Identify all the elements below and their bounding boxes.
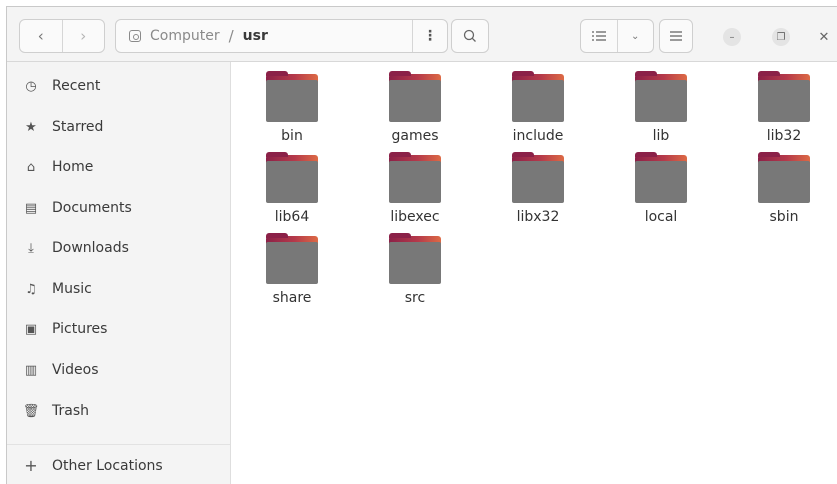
folder-label: include	[512, 128, 564, 144]
star-icon: ★	[25, 119, 37, 135]
home-icon: ⌂	[26, 159, 36, 175]
close-button[interactable]: ✕	[815, 28, 833, 46]
header-bar: ‹ › Computer / usr ⋮ ⌄ – ❐ ✕	[7, 7, 837, 62]
path-bar[interactable]: Computer / usr ⋮	[115, 19, 448, 53]
folder-icon	[512, 152, 564, 203]
sidebar-item-label: Home	[52, 159, 94, 175]
folder-item[interactable]: lib	[611, 71, 711, 152]
list-icon	[591, 31, 606, 41]
sidebar-item-other-locations[interactable]: + Other Locations	[7, 448, 230, 484]
sidebar-item-label: Trash	[52, 403, 89, 419]
folder-item[interactable]: libexec	[365, 152, 465, 233]
download-icon: ⤓	[28, 240, 34, 256]
folder-label: libx32	[516, 209, 560, 225]
drive-icon	[129, 30, 141, 42]
folder-icon	[512, 71, 564, 122]
music-icon: ♫	[25, 281, 37, 297]
sidebar-divider	[7, 444, 230, 445]
breadcrumb-computer[interactable]: Computer	[150, 28, 220, 44]
sidebar-item-recent[interactable]: ◷ Recent	[7, 68, 230, 104]
folder-label: lib32	[766, 128, 802, 144]
kebab-menu-icon: ⋮	[423, 28, 437, 44]
folder-label: share	[272, 290, 312, 306]
sidebar-item-label: Videos	[52, 362, 99, 378]
plus-icon: +	[24, 456, 38, 475]
breadcrumb-current[interactable]: usr	[243, 28, 268, 44]
folder-item[interactable]: libx32	[488, 152, 588, 233]
folder-icon	[266, 233, 318, 284]
sidebar-item-documents[interactable]: ▤ Documents	[7, 190, 230, 226]
sidebar-item-downloads[interactable]: ⤓ Downloads	[7, 230, 230, 266]
sidebar-item-label: Music	[52, 281, 92, 297]
close-icon: ✕	[818, 29, 830, 45]
sidebar-item-label: Documents	[52, 200, 132, 216]
sidebar: ◷ Recent ★ Starred ⌂ Home ▤ Documents ⤓ …	[7, 62, 231, 484]
folder-label: bin	[281, 128, 303, 144]
navigation-buttons: ‹ ›	[19, 19, 105, 53]
folder-label: src	[404, 290, 426, 306]
folder-label: lib	[652, 128, 670, 144]
video-icon: ▥	[24, 362, 38, 378]
minimize-icon: –	[729, 31, 735, 43]
folder-label: local	[644, 209, 678, 225]
sidebar-item-music[interactable]: ♫ Music	[7, 271, 230, 307]
folder-grid: bin games include lib lib32 lib64 libexe…	[231, 62, 837, 484]
folder-icon	[389, 152, 441, 203]
sidebar-item-label: Starred	[52, 119, 104, 135]
folder-item[interactable]: share	[242, 233, 342, 314]
folder-label: games	[391, 128, 439, 144]
sidebar-item-label: Recent	[52, 78, 101, 94]
sidebar-item-starred[interactable]: ★ Starred	[7, 109, 230, 145]
picture-icon: ▣	[24, 321, 38, 337]
chevron-down-icon: ⌄	[631, 30, 640, 42]
forward-button[interactable]: ›	[61, 20, 105, 52]
folder-label: sbin	[769, 209, 799, 225]
path-menu-button[interactable]: ⋮	[412, 20, 447, 52]
document-icon: ▤	[24, 200, 38, 216]
list-view-button[interactable]	[581, 20, 617, 52]
sidebar-item-label: Pictures	[52, 321, 108, 337]
folder-icon	[635, 71, 687, 122]
folder-item[interactable]: include	[488, 71, 588, 152]
search-button[interactable]	[451, 19, 489, 53]
folder-item[interactable]: games	[365, 71, 465, 152]
folder-item[interactable]: lib64	[242, 152, 342, 233]
sidebar-item-pictures[interactable]: ▣ Pictures	[7, 311, 230, 347]
maximize-button[interactable]: ❐	[772, 28, 790, 46]
clock-icon: ◷	[25, 78, 37, 94]
folder-item[interactable]: lib32	[734, 71, 834, 152]
view-options-dropdown[interactable]: ⌄	[616, 20, 654, 52]
folder-item[interactable]: sbin	[734, 152, 834, 233]
folder-icon	[758, 152, 810, 203]
sidebar-item-label: Other Locations	[52, 458, 163, 474]
folder-icon	[389, 233, 441, 284]
search-icon	[463, 29, 476, 42]
trash-icon: 🗑	[22, 403, 40, 419]
folder-icon	[635, 152, 687, 203]
folder-item[interactable]: local	[611, 152, 711, 233]
sidebar-item-trash[interactable]: 🗑 Trash	[7, 393, 230, 429]
view-toggle-group: ⌄	[580, 19, 654, 53]
folder-icon	[389, 71, 441, 122]
hamburger-icon	[670, 31, 682, 41]
folder-label: lib64	[274, 209, 310, 225]
file-manager-window: ‹ › Computer / usr ⋮ ⌄ – ❐ ✕ ◷ Recent ★ …	[6, 6, 837, 484]
sidebar-item-home[interactable]: ⌂ Home	[7, 149, 230, 185]
chevron-right-icon: ›	[80, 27, 87, 45]
folder-icon	[758, 71, 810, 122]
folder-icon	[266, 71, 318, 122]
folder-item[interactable]: bin	[242, 71, 342, 152]
minimize-button[interactable]: –	[723, 28, 741, 46]
sidebar-item-videos[interactable]: ▥ Videos	[7, 352, 230, 388]
folder-icon	[266, 152, 318, 203]
breadcrumb-separator: /	[228, 27, 234, 45]
sidebar-item-label: Downloads	[52, 240, 129, 256]
main-menu-button[interactable]	[659, 19, 693, 53]
restore-icon: ❐	[776, 31, 786, 43]
back-button[interactable]: ‹	[20, 20, 62, 52]
chevron-left-icon: ‹	[37, 27, 44, 45]
folder-label: libexec	[390, 209, 440, 225]
folder-item[interactable]: src	[365, 233, 465, 314]
